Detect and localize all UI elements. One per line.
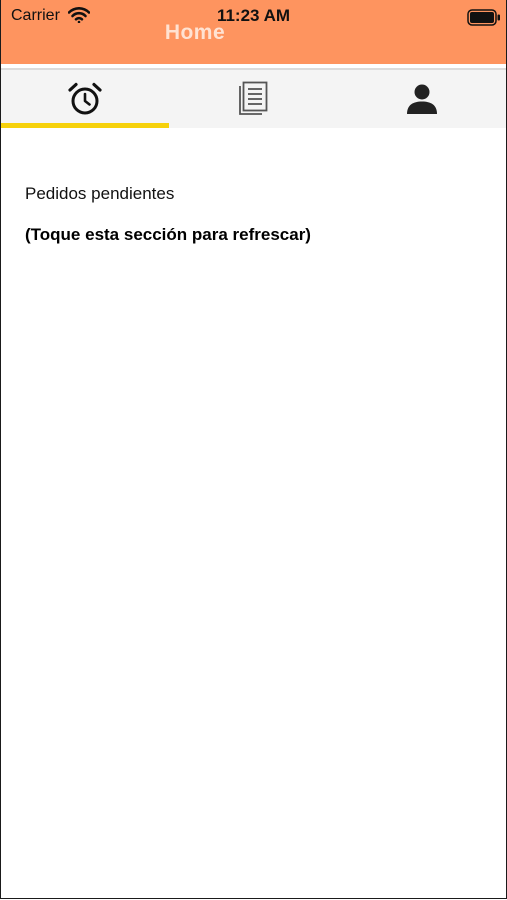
battery-icon (467, 9, 500, 26)
tab-bar (1, 68, 506, 128)
tab-orders-list[interactable] (169, 70, 337, 128)
tab-pending-orders[interactable] (1, 70, 170, 128)
active-tab-indicator (1, 123, 170, 128)
page-title: Home (164, 21, 226, 44)
alarm-clock-icon (68, 82, 102, 115)
user-icon (406, 84, 437, 114)
tab-profile[interactable] (338, 70, 506, 128)
refresh-hint[interactable]: (Toque esta sección para refrescar) (25, 225, 311, 245)
app-header: Carrier 11:23 AM Home (1, 0, 506, 64)
document-list-icon (239, 81, 268, 115)
pending-orders-section[interactable]: Pedidos pendientes (Toque esta sección p… (25, 184, 311, 245)
app-screen: Carrier 11:23 AM Home Pedidos pendientes… (0, 0, 507, 899)
section-title: Pedidos pendientes (25, 184, 175, 203)
